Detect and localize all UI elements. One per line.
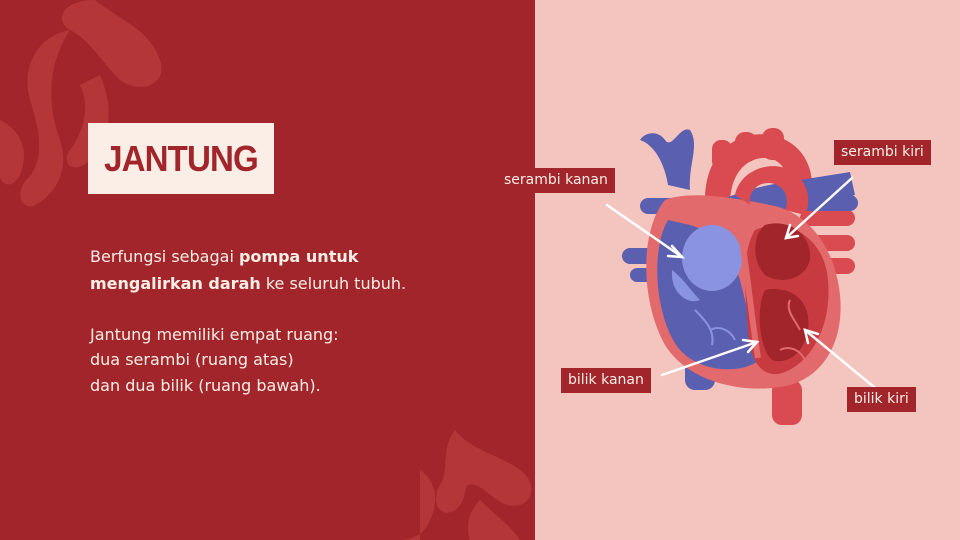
heart-illustration — [605, 128, 882, 425]
right-atrium — [682, 225, 742, 291]
label-serambi-kanan: serambi kanan — [497, 168, 615, 193]
label-bilik-kanan: bilik kanan — [561, 368, 651, 393]
label-bilik-kiri: bilik kiri — [847, 387, 916, 412]
label-serambi-kiri: serambi kiri — [834, 140, 931, 165]
